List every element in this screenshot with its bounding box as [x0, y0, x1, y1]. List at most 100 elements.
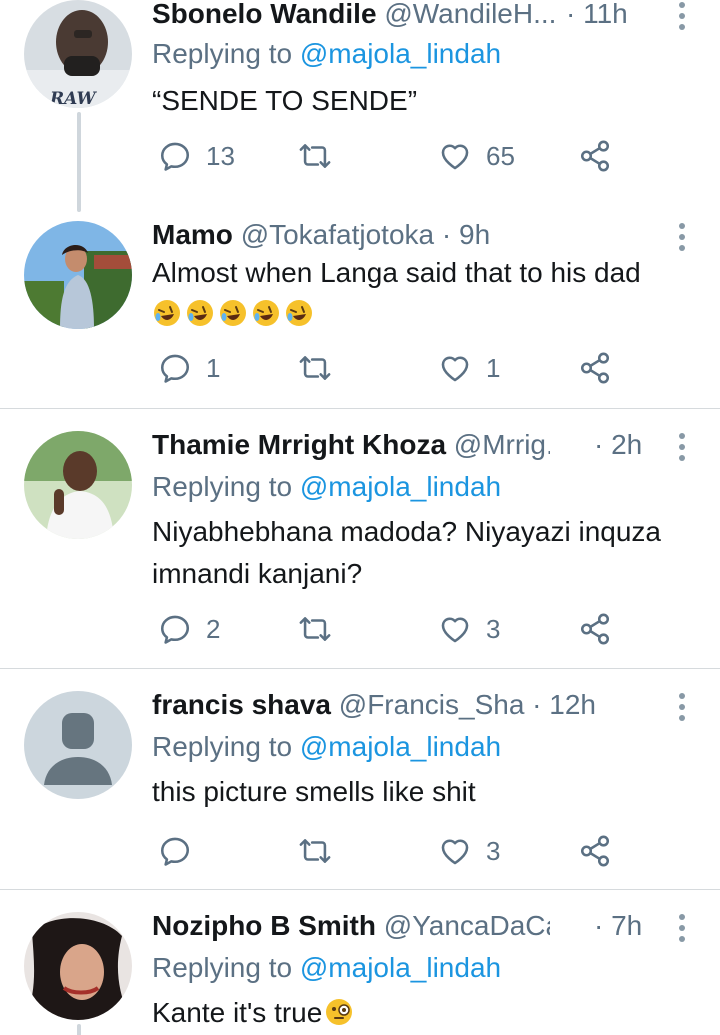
avatar[interactable]: [24, 431, 132, 539]
tweet-text-row: Kante it's true 🧐: [152, 992, 680, 1034]
rolling-laughing-emoji: [154, 300, 180, 326]
like-button[interactable]: 1: [438, 348, 500, 388]
tweet-text-line-2: imnandi kanjani?: [152, 558, 363, 589]
reply-button[interactable]: [158, 831, 206, 871]
more-vertical-icon[interactable]: [678, 433, 686, 463]
display-name[interactable]: Mamo: [152, 219, 233, 250]
replying-to-label: Replying to: [152, 731, 293, 762]
share-button[interactable]: [578, 136, 612, 176]
reply-count: 2: [206, 613, 221, 644]
timestamp[interactable]: 12h: [549, 689, 596, 720]
display-name[interactable]: Thamie Mrright Khoza: [152, 429, 446, 460]
rolling-laughing-emoji: [286, 300, 312, 326]
reply-button[interactable]: 2: [158, 609, 220, 649]
display-name[interactable]: francis shava: [152, 689, 331, 720]
username[interactable]: @YancaDaCa...: [384, 910, 550, 941]
heart-icon: [441, 356, 469, 382]
more-vertical-icon[interactable]: [678, 693, 686, 723]
timestamp[interactable]: 9h: [459, 219, 490, 250]
share-icon: [580, 613, 610, 645]
retweet-button[interactable]: [298, 136, 346, 176]
reply-icon: [160, 837, 190, 866]
replying-to: Replying to @majola_lindah: [152, 948, 501, 988]
username[interactable]: @WandileH...: [384, 0, 556, 29]
emoji-line: 🤣🤣🤣🤣🤣: [152, 293, 680, 333]
tweet-header: francis shava @Francis_Sha · 12h: [152, 685, 660, 725]
reply-count: 1: [206, 352, 221, 383]
retweet-button[interactable]: [298, 609, 346, 649]
share-icon: [580, 352, 610, 384]
replying-to: Replying to @majola_lindah: [152, 34, 501, 74]
timestamp[interactable]: 11h: [583, 0, 628, 29]
username[interactable]: @Mrrig...: [454, 429, 550, 460]
avatar[interactable]: [24, 221, 132, 329]
avatar[interactable]: [24, 912, 132, 1020]
timestamp[interactable]: 7h: [611, 910, 642, 941]
heart-icon: [441, 144, 469, 170]
tweet-header: Nozipho B Smith @YancaDaCa...: [152, 906, 550, 946]
username[interactable]: @Tokafatjotoka: [241, 219, 434, 250]
retweet-button[interactable]: [298, 831, 346, 871]
share-button[interactable]: [578, 348, 612, 388]
display-name[interactable]: Nozipho B Smith: [152, 910, 376, 941]
timestamp-group: · 7h: [594, 906, 642, 946]
reply-button[interactable]: 1: [158, 348, 220, 388]
timestamp[interactable]: 2h: [611, 429, 642, 460]
retweet-button[interactable]: [298, 348, 346, 388]
tweet-2[interactable]: Mamo @Tokafatjotoka · 9h Almost when Lan…: [0, 205, 720, 409]
tweet-text: this picture smells like shit: [152, 776, 476, 807]
timestamp-group: · 11h: [566, 0, 628, 34]
avatar[interactable]: RAW: [24, 0, 132, 108]
like-count: 3: [486, 835, 501, 866]
more-vertical-icon[interactable]: [678, 223, 686, 253]
tweet-5[interactable]: Nozipho B Smith @YancaDaCa... · 7h Reply…: [0, 890, 720, 1035]
action-bar: 2 3: [152, 609, 632, 649]
like-count: 65: [486, 140, 515, 171]
separator-dot: ·: [594, 429, 604, 460]
thread-line: [77, 112, 81, 212]
tweet-4[interactable]: francis shava @Francis_Sha · 12h Replyin…: [0, 669, 720, 889]
like-button[interactable]: 65: [438, 136, 515, 176]
display-name[interactable]: Sbonelo Wandile: [152, 0, 377, 29]
like-button[interactable]: 3: [438, 609, 500, 649]
tweet-text: Kante it's true: [152, 997, 323, 1028]
heart-icon: [441, 617, 469, 643]
more-vertical-icon[interactable]: [678, 914, 686, 944]
action-bar: 3: [152, 831, 632, 871]
reply-count: 13: [206, 140, 235, 171]
mention-link[interactable]: @majola_lindah: [300, 471, 501, 502]
more-vertical-icon[interactable]: [678, 2, 686, 32]
mention-link[interactable]: @majola_lindah: [300, 731, 501, 762]
retweet-icon: [299, 839, 331, 863]
tweet-text-line-1: Niyabhebhana madoda? Niyayazi inquza: [152, 516, 662, 547]
tweet-text: Almost when Langa said that to his dad: [152, 257, 641, 288]
like-button[interactable]: 3: [438, 831, 500, 871]
username[interactable]: @Francis_Sha: [339, 689, 525, 720]
share-icon: [580, 140, 610, 172]
share-button[interactable]: [578, 609, 612, 649]
separator-dot: ·: [594, 910, 604, 941]
share-icon: [580, 835, 610, 867]
action-bar: 13 65: [152, 136, 632, 176]
rolling-laughing-emoji: [187, 300, 213, 326]
mention-link[interactable]: @majola_lindah: [300, 952, 501, 983]
replying-to-label: Replying to: [152, 952, 293, 983]
tweet-3[interactable]: Thamie Mrright Khoza @Mrrig... · 2h Repl…: [0, 409, 720, 668]
avatar[interactable]: [24, 691, 132, 799]
avatar-shirt-text: RAW: [49, 89, 97, 108]
retweet-icon: [299, 356, 331, 380]
tweet-1[interactable]: RAW Sbonelo Wandile @WandileH... · 11h R…: [0, 0, 720, 212]
like-count: 3: [486, 613, 501, 644]
tweet-text: “SENDE TO SENDE”: [152, 85, 418, 116]
reply-button[interactable]: 13: [158, 136, 235, 176]
replying-to: Replying to @majola_lindah: [152, 467, 501, 507]
default-avatar-icon: [24, 691, 132, 799]
mention-link[interactable]: @majola_lindah: [300, 38, 501, 69]
tweet-header: Mamo @Tokafatjotoka · 9h: [152, 215, 660, 255]
reply-icon: [160, 615, 190, 644]
rolling-laughing-emoji: [220, 300, 246, 326]
monocle-face-emoji: [326, 999, 353, 1025]
replying-to-label: Replying to: [152, 38, 293, 69]
timestamp-group: · 2h: [594, 425, 642, 465]
share-button[interactable]: [578, 831, 612, 871]
